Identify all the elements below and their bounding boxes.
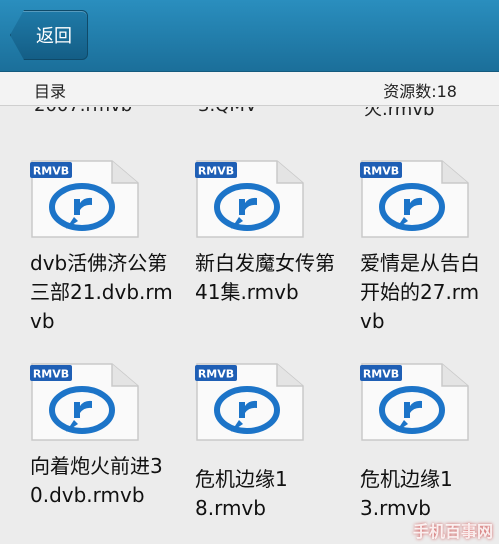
rmvb-file-icon: RMVB xyxy=(360,160,469,238)
file-badge: RMVB xyxy=(198,165,234,178)
back-button[interactable]: 返回 xyxy=(10,10,88,60)
file-badge: RMVB xyxy=(198,368,234,381)
file-badge: RMVB xyxy=(33,165,69,178)
file-item[interactable]: RMVB 危机边缘18.rmvb xyxy=(195,362,345,544)
file-name: 向着炮火前进30.dvb.rmvb xyxy=(30,454,163,507)
file-item[interactable]: RMVB 向着炮火前进30.dvb.rmvb xyxy=(30,362,180,544)
file-item[interactable]: RMVB 危机边缘13.rmvb xyxy=(360,362,499,544)
file-item[interactable]: RMVB 爱情是从告白开始的27.rmvb xyxy=(360,159,499,349)
file-name: 爱情是从告白开始的27.rmvb xyxy=(360,251,480,333)
file-item[interactable]: RMVB dvb活佛济公第三部21.dvb.rmvb xyxy=(30,159,180,349)
file-name: dvb活佛济公第三部21.dvb.rmvb xyxy=(30,251,173,333)
title-bar: 返回 xyxy=(0,0,499,72)
list-item-label[interactable]: 火.rmvb xyxy=(364,107,434,121)
rmvb-file-icon: RMVB xyxy=(30,160,139,238)
file-badge: RMVB xyxy=(363,368,399,381)
list-item-label[interactable]: 3.QMV xyxy=(198,107,257,116)
file-grid[interactable]: 2007.rmvb 3.QMV 火.rmvb RMVB dvb活佛济公第三部21… xyxy=(0,107,499,544)
rmvb-file-icon: RMVB xyxy=(30,363,139,441)
rmvb-file-icon: RMVB xyxy=(195,160,304,238)
partially-visible-row: 2007.rmvb 3.QMV 火.rmvb xyxy=(0,107,499,120)
rmvb-file-icon: RMVB xyxy=(195,363,304,441)
directory-bar: 目录 资源数:18 xyxy=(0,72,499,106)
rmvb-file-icon: RMVB xyxy=(360,363,469,441)
directory-label: 目录 xyxy=(34,82,67,101)
file-item[interactable]: RMVB 新白发魔女传第41集.rmvb xyxy=(195,159,345,349)
file-name: 新白发魔女传第41集.rmvb xyxy=(195,251,335,304)
file-badge: RMVB xyxy=(33,368,69,381)
watermark-logo: 手机百事网 xyxy=(412,522,493,541)
resource-count: 资源数:18 xyxy=(383,82,457,101)
file-name: 危机边缘18.rmvb xyxy=(195,467,288,520)
file-name: 危机边缘13.rmvb xyxy=(360,467,453,520)
list-item-label[interactable]: 2007.rmvb xyxy=(34,107,132,116)
file-badge: RMVB xyxy=(363,165,399,178)
